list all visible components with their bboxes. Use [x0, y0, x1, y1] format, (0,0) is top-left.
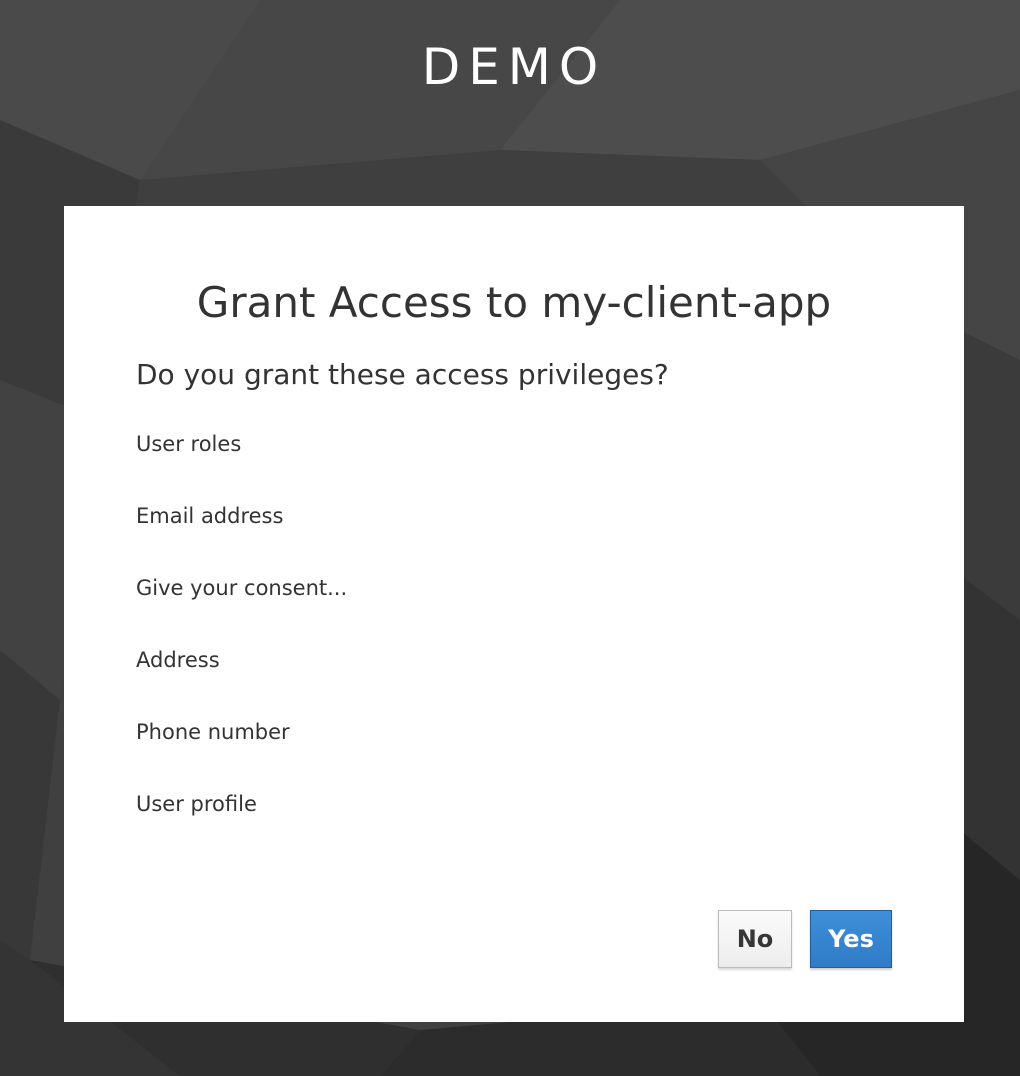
yes-button[interactable]: Yes	[810, 910, 892, 968]
realm-title: DEMO	[421, 38, 607, 96]
scope-item-user-profile: User profile	[136, 792, 257, 816]
no-button[interactable]: No	[718, 910, 792, 968]
scope-item-email-address: Email address	[136, 504, 284, 528]
realm-header: DEMO	[0, 0, 1020, 140]
page-title: Grant Access to my-client-app	[196, 278, 832, 327]
consent-card: Grant Access to my-client-app Do you gra…	[64, 206, 964, 1022]
consent-question: Do you grant these access privileges?	[136, 358, 669, 391]
scope-item-user-roles: User roles	[136, 432, 242, 456]
scope-item-give-consent: Give your consent...	[136, 576, 348, 600]
scope-item-phone-number: Phone number	[136, 720, 290, 744]
scope-item-address: Address	[136, 648, 220, 672]
scope-list: User roles Email address Give your conse…	[136, 430, 347, 862]
